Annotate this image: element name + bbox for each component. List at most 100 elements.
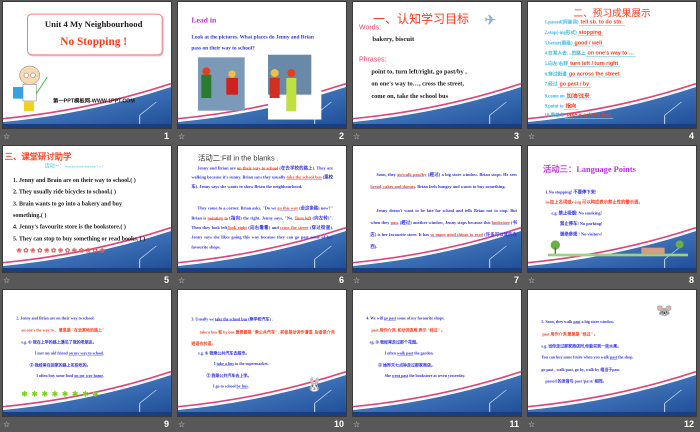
slide-number: 12 [683, 419, 694, 429]
item-answer: good / well [572, 39, 605, 47]
flower-border-icon: ❀✿❀✿❀✿❀✿❀✿❀✿❀ [16, 246, 107, 254]
point-line: take a bus 和 by bus 意思都是 "乘公共汽车" , 前者是动词… [191, 329, 335, 346]
item-answer: go across the street [566, 70, 622, 78]
question-text: Look at the pictures. What places do Jen… [191, 33, 314, 51]
statement: 1. Jenny and Brain are on their way to s… [12, 176, 136, 184]
point-line: I often buy some food on my way home. [36, 373, 104, 378]
point-line: eg. ① 我经常走过那个花园。 [369, 339, 421, 345]
slide-heading: Lead in [191, 15, 217, 25]
star-icon: ☆ [353, 420, 361, 429]
point-line: She went past the bookstore at seven yes… [384, 373, 466, 378]
slide-background-wave [353, 370, 521, 416]
slide-number: 9 [163, 419, 169, 429]
star-icon: ☆ [528, 132, 536, 141]
slide-thumbnail-8[interactable]: 活动三：Language Points 1.No stopping! 不要停下来… [525, 144, 700, 288]
slide-thumbnail-11[interactable]: 4. We will go past some of my favourite … [350, 288, 525, 432]
slide-2-lead-in: Lead in Look at the pictures. What place… [178, 2, 346, 128]
item-answer: turn left / turn right [568, 60, 621, 67]
item-prompt: 3.better(原级) [544, 40, 573, 46]
paragraph-1: Jenny and Brian are on their way to scho… [191, 165, 333, 189]
point-line: e.g. 禁止吸烟! No smoking! [551, 210, 603, 216]
slide-thumbnail-2[interactable]: Lead in Look at the pictures. What place… [175, 0, 350, 144]
star-icon: ☆ [528, 420, 536, 429]
instruction: Read the lesson and write T or F. [64, 164, 104, 168]
point-line: past 用作介词, 和动词连用,表示 "经过" 。 [371, 327, 445, 333]
slide-thumbnail-5[interactable]: 三、课堂研讨助学 活动一：Read the lesson and write T… [0, 144, 175, 288]
statement: 2. They usually ride bicycles to school.… [12, 188, 117, 195]
statement: 4. Jenny's favourite store is the bookst… [12, 223, 126, 230]
slide-11-go-past: 4. We will go past some of my favourite … [353, 290, 521, 416]
item-prompt: 10.乘校车 [544, 112, 565, 118]
slide-number: 5 [163, 275, 169, 285]
preview-item: 2.stop(-ing形式) stopping [545, 29, 604, 36]
star-icon: ☆ [3, 276, 11, 285]
preview-item: 7.经过 go past / by [545, 81, 592, 88]
statement: 3. Brain wants to go into a bakery and b… [12, 199, 123, 207]
slide-9-on-the-way: 2. Jenny and Brian are on their way to s… [3, 290, 171, 416]
slide-thumbnail-7[interactable]: Soon, they go/walk past/by (經过) a big st… [350, 144, 525, 288]
item-answer: 加油/过来 [564, 92, 592, 100]
crane-icon: ✈ [484, 12, 496, 28]
slide-number: 11 [509, 419, 519, 429]
point-line: e.g. ① 我在上学的路上遇见了我的老朋友。 [21, 339, 97, 345]
item-answer: take a school bus [564, 112, 614, 119]
slide-number: 1 [163, 131, 169, 141]
slide-number: 8 [688, 275, 694, 285]
point-line: 4. We will go past some of my favourite … [366, 315, 445, 321]
slide-thumbnail-1[interactable]: Unit 4 My Neighbourhood No Stopping ! 第一… [0, 0, 175, 144]
item-answer: on one's way to … [585, 50, 637, 57]
slide-1-title: Unit 4 My Neighbourhood No Stopping ! 第一… [3, 2, 171, 128]
star-icon: ☆ [3, 420, 11, 429]
point-line: passed 的发音与 past /pa:st/ 相同。 [545, 378, 607, 384]
slide-number: 6 [338, 275, 344, 285]
paragraph-2: Jenny doesn't want to be late for school… [370, 207, 517, 249]
star-icon: ☆ [178, 132, 186, 141]
point-line: 2. Jenny and Brian are on their way to s… [16, 315, 95, 321]
statement: something.( ) [12, 211, 47, 219]
star-icon: ☆ [528, 276, 536, 285]
preview-item: 3.better(原级) good / well [544, 39, 605, 47]
slide-8-language-points: 活动三：Language Points 1.No stopping! 不要停下来… [528, 146, 696, 272]
slide-thumbnail-9[interactable]: 2. Jenny and Brian are on their way to s… [0, 288, 175, 432]
paragraph-2: They come to a corner. Brian asks, "Do w… [191, 205, 333, 250]
slide-10-take-bus: 3. Usually we take the school bus (乘学校汽车… [178, 290, 346, 416]
slide-thumbnail-6[interactable]: 活动二:Fill in the blanks . Jenny and Brian… [175, 144, 350, 288]
activity-label: 活动一：Read the lesson and write T or F. [45, 162, 104, 169]
slide-title: 三、课堂研讨助学 [4, 152, 72, 162]
point-line: on one's the way to… 意思是 "在去某地的路上" [21, 327, 105, 333]
phrase-line: come on, take the school bus [371, 92, 449, 100]
mouse-cartoon-icon: 🐭 [656, 302, 673, 318]
statement: 5. They can stop to buy something or rea… [12, 235, 146, 242]
point-line: 1.No stopping! 不要停下来! [545, 189, 597, 195]
phrase-line: point to, turn left/right, go past/by , [371, 67, 467, 75]
preview-item: 5.向左/右转 turn left / turn right [545, 60, 621, 67]
preview-item: 10.乘校车 take a school bus [545, 112, 614, 119]
slide-number: 2 [338, 131, 344, 141]
slide-thumbnail-12[interactable]: 5. Soon, they walk past a big store wind… [525, 288, 700, 432]
slide-thumbnail-10[interactable]: 3. Usually we take the school bus (乘学校汽车… [175, 288, 350, 432]
slide-title: 一、认知学习目标 [372, 12, 469, 26]
point-line: ② 我乘公共汽车去上学。 [206, 373, 252, 378]
point-line: 5. Soon, they walk past a big store wind… [541, 319, 615, 324]
landscape-icon [547, 240, 688, 257]
item-answer: tell sb. to do sth. [578, 19, 625, 26]
activity-name: 活动一： [44, 163, 65, 169]
star-icon: ☆ [353, 276, 361, 285]
paragraph-1: Soon, they go/walk past/by (經过) a big st… [370, 171, 517, 189]
item-answer: go past / by [557, 81, 592, 88]
point-line: e.g. ① 我乘公共汽车去超市。 [197, 350, 250, 356]
item-prompt: 2.stop(-ing形式) [544, 30, 577, 36]
leaf-border-icon: ✱✱✱✱✱✱✱✱ [21, 389, 103, 399]
item-prompt: 1.passed(同音词) [544, 19, 579, 25]
point-line: 禁止停车! No parking! [559, 220, 603, 226]
star-icon: ☆ [3, 132, 11, 141]
item-prompt: 9.point to [544, 103, 564, 109]
preview-item: 6.穿过街道 go across the street [545, 70, 622, 78]
preview-item: 9.point to 指向 [544, 101, 579, 110]
slide-thumbnail-4[interactable]: 二、预习成果展示 1.passed(同音词) tell sb. to do sth… [525, 0, 700, 144]
slide-12-walk-past: 5. Soon, they walk past a big store wind… [528, 290, 696, 416]
item-prompt: 8.come on [544, 93, 565, 99]
site-watermark: 第一PPT模板网-WWW.1PPT.COM [52, 97, 135, 104]
point-line: I take a bus to the supermarket. [213, 361, 269, 366]
slide-thumbnail-3[interactable]: 一、认知学习目标 ✈ Words: bakery, biscuit Phrase… [350, 0, 525, 144]
